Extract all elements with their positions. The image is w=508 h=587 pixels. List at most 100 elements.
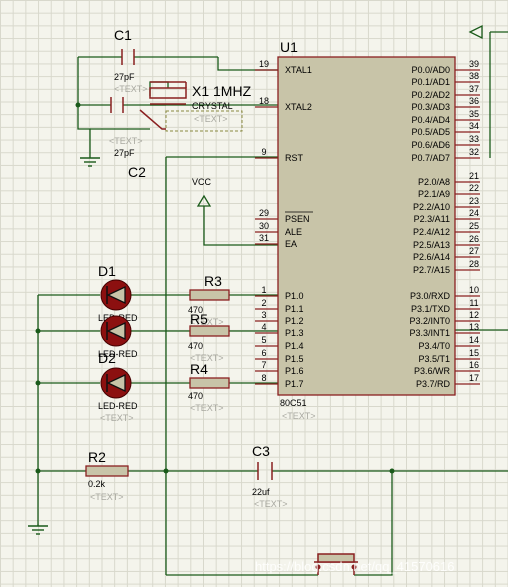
vcc-terminal[interactable] (196, 194, 212, 207)
pin-label: P0.7/AD7 (411, 153, 450, 163)
pin-label: P3.3/INT1 (409, 328, 450, 338)
pin-label: EA (285, 239, 297, 249)
led-d2[interactable] (100, 367, 132, 399)
d2-placeholder: <TEXT> (100, 413, 134, 423)
pin-number: 16 (469, 360, 479, 370)
schematic-canvas[interactable]: U1 80C51 <TEXT> 19 XTAL1 18 XTAL2 9 RST 29 PSEN… (0, 0, 508, 587)
c3-placeholder: <TEXT> (254, 499, 288, 509)
pin-label: P1.5 (285, 354, 304, 364)
pin-number: 23 (469, 196, 479, 206)
pin-label: P1.2 (285, 316, 304, 326)
watermark: https://blog.csdn.net/qq_41570616 (255, 559, 455, 574)
pin-number: 5 (261, 335, 266, 345)
r4-value: 470 (188, 391, 203, 401)
pin-number: 36 (469, 96, 479, 106)
pin-label: P3.6/WR (414, 366, 451, 376)
pin-label: P1.7 (285, 379, 304, 389)
resistor-r5[interactable] (189, 325, 230, 337)
pin-number: 26 (469, 234, 479, 244)
pin-label: RST (285, 153, 304, 163)
d2-type: LED-RED (98, 401, 138, 411)
pin-number: 38 (469, 71, 479, 81)
resistor-r2[interactable] (85, 465, 129, 477)
pin-number: 22 (469, 183, 479, 193)
pin-label: P1.6 (285, 366, 304, 376)
pin-label: XTAL1 (285, 65, 312, 75)
r2-label: R2 (88, 449, 106, 465)
pin-label: P1.1 (285, 304, 304, 314)
r2-placeholder: <TEXT> (90, 492, 124, 502)
pin-label: P2.7/A15 (413, 265, 450, 275)
pin-number: 21 (469, 171, 479, 181)
vcc-label: VCC (192, 177, 212, 187)
pin-number: 10 (469, 285, 479, 295)
pin-label: P3.5/T1 (418, 354, 450, 364)
c2-placeholder: <TEXT> (109, 136, 143, 146)
pin-number: 11 (469, 298, 478, 308)
pin-number: 27 (469, 246, 479, 256)
schematic-svg: U1 80C51 <TEXT> 19XTAL118XTAL29RST29PSEN… (28, 24, 508, 576)
chip-placeholder: <TEXT> (282, 411, 316, 421)
pin-label: P3.0/RXD (410, 291, 451, 301)
pin-label: P3.4/T0 (418, 341, 450, 351)
pin-label: ALE (285, 227, 302, 237)
pin-label: XTAL2 (285, 102, 312, 112)
pin-label: P1.4 (285, 341, 304, 351)
c3-label: C3 (252, 443, 270, 459)
pin-label: P3.2/INT0 (409, 316, 450, 326)
pin-number: 9 (261, 147, 266, 157)
pin-number: 13 (469, 322, 479, 332)
pin-number: 17 (469, 373, 479, 383)
pin-number: 31 (259, 233, 269, 243)
ground-bottom (28, 524, 48, 535)
pin-number: 2 (261, 298, 266, 308)
capacitor-c1[interactable] (121, 49, 135, 65)
pin-label: P0.1/AD1 (411, 77, 450, 87)
pin-number: 14 (469, 335, 479, 345)
pin-label: PSEN (285, 214, 310, 224)
crystal-type: CRYSTAL (192, 101, 233, 111)
pin-label: P2.5/A13 (413, 240, 450, 250)
pin-label: P0.5/AD5 (411, 127, 450, 137)
d1-label: D1 (98, 263, 116, 279)
pin-number: 18 (259, 96, 269, 106)
c2-value: 27pF (114, 148, 135, 158)
r5-value: 470 (188, 341, 203, 351)
ground-top (80, 157, 100, 167)
pin-number: 30 (259, 221, 269, 231)
capacitor-c3[interactable] (257, 462, 273, 480)
pin-label: P0.4/AD4 (411, 115, 450, 125)
pin-label: P1.0 (285, 291, 304, 301)
c1-value: 27pF (114, 72, 135, 82)
pin-number: 4 (261, 322, 266, 332)
d2-label: D2 (98, 350, 116, 366)
pin-number: 32 (469, 147, 479, 157)
c2-label: C2 (128, 164, 146, 180)
pin-number: 24 (469, 208, 479, 218)
resistor-r4[interactable] (189, 377, 230, 389)
r4-placeholder: <TEXT> (190, 403, 224, 413)
pin-number: 7 (261, 360, 266, 370)
pin-label: P2.1/A9 (418, 189, 450, 199)
pin-number: 3 (261, 310, 266, 320)
pin-number: 12 (469, 310, 479, 320)
chip-designator: U1 (280, 39, 298, 55)
pin-label: P2.6/A14 (413, 252, 450, 262)
pin-number: 34 (469, 121, 479, 131)
capacitor-c2[interactable] (110, 97, 124, 113)
pin-number: 33 (469, 134, 479, 144)
pin-number: 35 (469, 109, 479, 119)
resistor-r3[interactable] (189, 289, 230, 301)
pin-label: P0.6/AD6 (411, 140, 450, 150)
r2-value: 0.2k (88, 479, 106, 489)
led-d3[interactable] (100, 315, 132, 347)
pin-number: 15 (469, 348, 479, 358)
crystal-placeholder: <TEXT> (194, 114, 228, 124)
pin-label: P3.7/RD (416, 379, 451, 389)
r3-label: R3 (204, 273, 222, 289)
pin-number: 29 (259, 208, 269, 218)
led-d1[interactable] (100, 279, 132, 311)
r4-label: R4 (190, 361, 208, 377)
c1-label: C1 (114, 27, 132, 43)
pin-label: P2.4/A12 (413, 227, 450, 237)
